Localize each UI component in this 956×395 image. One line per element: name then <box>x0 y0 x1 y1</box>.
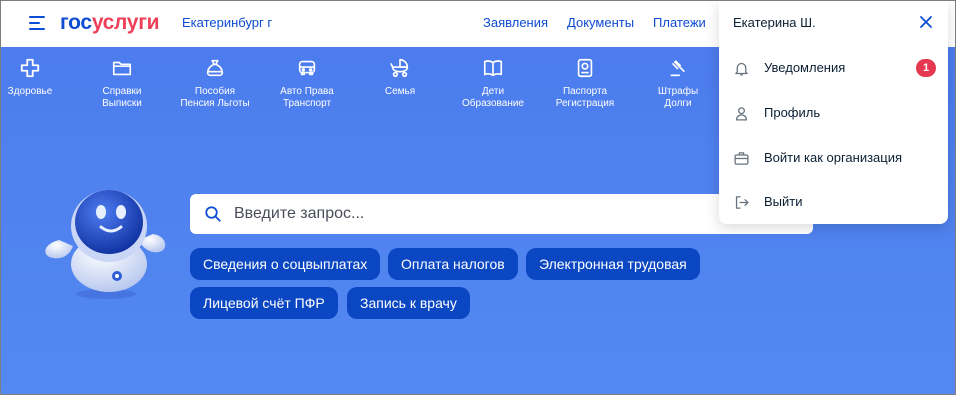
nav-payments[interactable]: Платежи <box>653 15 706 30</box>
menu-item-organization[interactable]: Войти как организация <box>719 138 948 178</box>
search-icon <box>205 206 221 222</box>
category-label-2: Пенсия Льготы <box>180 98 250 109</box>
category-auto[interactable]: Авто Права Транспорт <box>262 57 352 110</box>
menu-item-label: Выйти <box>764 194 803 209</box>
folder-icon <box>112 61 132 76</box>
menu-icon[interactable] <box>29 16 45 30</box>
nav-applications[interactable]: Заявления <box>483 15 548 30</box>
city-selector[interactable]: Екатеринбург г <box>182 15 272 30</box>
category-label: Дети <box>481 86 505 97</box>
passport-icon <box>577 58 593 78</box>
person-icon <box>735 107 748 121</box>
chip-pension-account[interactable]: Лицевой счёт ПФР <box>190 287 338 319</box>
user-name: Екатерина Ш. <box>733 15 816 30</box>
open-book-icon <box>483 60 503 77</box>
category-label: Семья <box>384 86 416 97</box>
category-label-2: Регистрация <box>555 98 615 109</box>
category-label-2: Образование <box>462 98 524 109</box>
user-menu: Екатерина Ш. Уведомления 1 Профиль Войти… <box>719 1 948 224</box>
money-bag-icon <box>206 59 224 77</box>
category-label: Авто Права <box>280 86 334 97</box>
category-label-2: Долги <box>664 98 692 109</box>
menu-item-profile[interactable]: Профиль <box>719 93 948 133</box>
logo[interactable]: госуслуги <box>60 11 160 35</box>
close-icon[interactable] <box>919 15 933 29</box>
car-icon <box>298 60 316 76</box>
stroller-icon <box>390 58 409 78</box>
category-fines[interactable]: Штрафы Долги <box>633 57 723 110</box>
menu-item-label: Войти как организация <box>764 150 903 165</box>
menu-item-logout[interactable]: Выйти <box>719 182 948 222</box>
category-label: Паспорта <box>562 86 608 97</box>
chip-taxes[interactable]: Оплата налогов <box>388 248 518 280</box>
category-label: Здоровье <box>7 86 53 97</box>
menu-item-label: Уведомления <box>764 60 846 75</box>
category-label: Пособия <box>194 86 236 97</box>
chip-social-payments[interactable]: Сведения о соцвыплатах <box>190 248 381 280</box>
category-children[interactable]: Дети Образование <box>448 57 538 110</box>
chip-doctor-appointment[interactable]: Запись к врачу <box>347 287 470 319</box>
category-health[interactable]: Здоровье <box>1 57 75 98</box>
nav-documents[interactable]: Документы <box>567 15 634 30</box>
category-label: Штрафы <box>657 86 699 97</box>
bell-icon <box>735 62 748 76</box>
gavel-icon <box>670 60 686 77</box>
logout-icon <box>735 196 749 209</box>
category-label-2: Транспорт <box>282 98 332 109</box>
menu-item-label: Профиль <box>764 105 821 120</box>
robot-mascot <box>45 190 166 299</box>
app-window: госуслуги Екатеринбург г Заявления Докум… <box>0 0 956 395</box>
category-family[interactable]: Семья <box>355 57 445 98</box>
plus-cross-icon <box>20 58 40 78</box>
category-certificates[interactable]: Справки Выписки <box>77 57 167 110</box>
briefcase-icon <box>734 152 749 165</box>
category-benefits[interactable]: Пособия Пенсия Льготы <box>170 57 260 110</box>
category-bar: Здоровье Справки Выписки Пособия Пенсия Ль… <box>1 47 721 122</box>
logo-part2: услуги <box>91 11 160 34</box>
logo-part1: гос <box>60 11 92 34</box>
menu-item-notifications[interactable]: Уведомления 1 <box>719 48 948 88</box>
category-label-2: Выписки <box>102 98 142 109</box>
notification-badge: 1 <box>916 59 936 77</box>
top-nav: Заявления Документы Платежи <box>483 15 706 30</box>
category-passports[interactable]: Паспорта Регистрация <box>540 57 630 110</box>
chip-work-record[interactable]: Электронная трудовая <box>526 248 700 280</box>
search-input[interactable] <box>234 205 774 223</box>
category-label: Справки <box>102 86 142 97</box>
